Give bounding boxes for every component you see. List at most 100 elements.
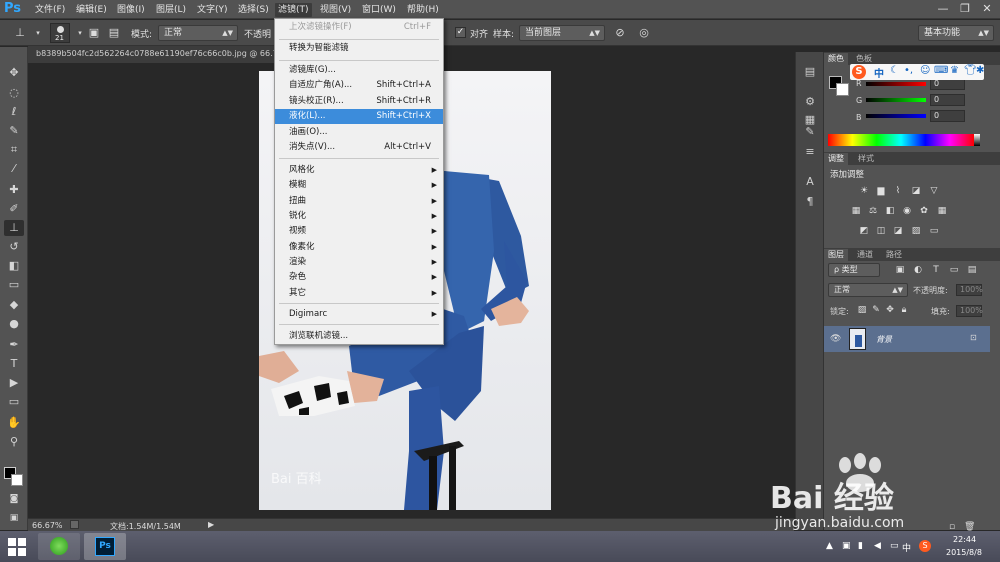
eye-icon[interactable]: 👁︎	[830, 334, 841, 344]
eyedropper-tool-icon[interactable]: ⁄	[4, 161, 24, 177]
menu-item-video[interactable]: 视频 ▶	[275, 224, 443, 239]
hand-tool-icon[interactable]: ✋	[4, 415, 24, 431]
levels-icon[interactable]: ▆	[875, 186, 887, 197]
lock-pixels-icon[interactable]: ▨	[856, 305, 868, 316]
clone-stamp-tool-icon[interactable]: ⊥	[4, 220, 24, 236]
pen-tool-icon[interactable]: ✒	[4, 337, 24, 353]
eraser-tool-icon[interactable]: ◧	[4, 258, 24, 274]
aligned-checkbox[interactable]: ✓	[455, 27, 466, 38]
moon-icon[interactable]: ☾	[890, 65, 899, 76]
menu-select[interactable]: 选择(S)	[235, 3, 272, 17]
history-panel-icon[interactable]: ▤	[800, 64, 820, 80]
grayscale-ramp[interactable]	[974, 134, 980, 146]
move-tool-icon[interactable]: ✥	[4, 65, 24, 81]
smiley-icon[interactable]: ☺	[920, 65, 930, 76]
layer-name[interactable]: 背景	[876, 334, 892, 345]
background-color-swatch[interactable]	[11, 474, 23, 486]
tray-signal-icon[interactable]: ▮	[858, 541, 863, 551]
layer-row-background[interactable]: 👁︎ 背景 ⊡	[824, 326, 990, 352]
black-white-icon[interactable]: ◧	[884, 206, 896, 217]
windows-start-icon[interactable]	[8, 538, 26, 556]
color-balance-icon[interactable]: ⚖	[867, 206, 879, 217]
brightness-icon[interactable]: ☀	[858, 186, 870, 197]
clone-source-icon[interactable]: ▤	[106, 25, 122, 41]
menu-item-other[interactable]: 其它 ▶	[275, 286, 443, 301]
clone-stamp-icon[interactable]: ⊥	[12, 25, 28, 41]
document-tab[interactable]: b8389b504fc2d562264c0788e61190ef76c66c0b…	[28, 46, 285, 63]
keyboard-icon[interactable]: ⌨	[934, 65, 948, 76]
fill-value[interactable]: 100%	[956, 305, 983, 317]
menu-item-convert-smart-filter[interactable]: 转换为智能滤镜	[275, 41, 443, 56]
tray-ime-label[interactable]: 中	[902, 541, 911, 554]
skin-icon[interactable]: ♛	[950, 65, 959, 76]
shape-tool-icon[interactable]: ▭	[4, 394, 24, 410]
ignore-adjustment-layers-icon[interactable]: ⊘	[612, 25, 628, 41]
zoom-level[interactable]: 66.67%	[32, 521, 63, 530]
brush-tool-icon[interactable]: ✐	[4, 201, 24, 217]
menu-item-stylize[interactable]: 风格化 ▶	[275, 163, 443, 178]
ime-mode-label[interactable]: 中	[874, 65, 884, 80]
menu-file[interactable]: 文件(F)	[32, 3, 68, 17]
b-value[interactable]: 0	[930, 110, 965, 122]
color-lookup-icon[interactable]: ▦	[936, 206, 948, 217]
menu-item-oil-paint[interactable]: 油画(O)...	[275, 125, 443, 140]
tray-volume-icon[interactable]: ◀	[874, 541, 881, 551]
menu-item-sharpen[interactable]: 锐化 ▶	[275, 209, 443, 224]
tools-icon[interactable]: ✱	[976, 65, 984, 76]
status-menu-arrow-icon[interactable]: ▶	[208, 520, 214, 529]
quick-select-tool-icon[interactable]: ✎	[4, 123, 24, 139]
type-tool-icon[interactable]: T	[4, 356, 24, 372]
opacity-value[interactable]: 100%	[956, 284, 983, 296]
tray-arrow-icon[interactable]: ▲	[826, 541, 833, 551]
shape-filter-icon[interactable]: ▭	[948, 265, 960, 276]
menu-item-liquify[interactable]: 液化(L)... Shift+Ctrl+X	[275, 109, 443, 124]
gradient-map-icon[interactable]: ▭	[928, 226, 940, 237]
menu-item-render[interactable]: 渲染 ▶	[275, 255, 443, 270]
history-brush-tool-icon[interactable]: ↺	[4, 239, 24, 255]
menu-item-pixelate[interactable]: 像素化 ▶	[275, 240, 443, 255]
channel-mixer-icon[interactable]: ✿	[918, 206, 930, 217]
marquee-tool-icon[interactable]: ◌	[4, 85, 24, 101]
tab-channels[interactable]: 通道	[853, 249, 877, 261]
menu-item-digimarc[interactable]: Digimarc ▶	[275, 307, 443, 322]
restore-button[interactable]: ❐	[954, 0, 976, 18]
brush-panel-icon[interactable]: ✎	[800, 124, 820, 140]
tab-styles[interactable]: 样式	[854, 153, 878, 165]
gradient-tool-icon[interactable]: ▭	[4, 277, 24, 293]
clock-date[interactable]: 2015/8/8	[946, 548, 982, 557]
brush-panel-icon[interactable]: ▣	[86, 25, 102, 41]
tab-adjustments[interactable]: 调整	[824, 153, 848, 165]
menu-help[interactable]: 帮助(H)	[404, 3, 442, 17]
close-button[interactable]: ✕	[976, 0, 998, 18]
exposure-icon[interactable]: ◪	[910, 186, 922, 197]
photo-filter-icon[interactable]: ◉	[901, 206, 913, 217]
smart-object-filter-icon[interactable]: ▤	[966, 265, 978, 276]
menu-item-vanishing-point[interactable]: 消失点(V)... Alt+Ctrl+V	[275, 140, 443, 155]
status-icon[interactable]	[70, 520, 79, 529]
screen-mode-icon[interactable]: ▣	[4, 510, 24, 526]
lock-image-icon[interactable]: ✎	[870, 305, 882, 316]
threshold-icon[interactable]: ◪	[892, 226, 904, 237]
menu-item-noise[interactable]: 杂色 ▶	[275, 270, 443, 285]
sogou-logo-icon[interactable]: S	[852, 65, 866, 79]
layer-filter-select[interactable]: ρ 类型	[828, 263, 880, 277]
menu-item-browse-online-filters[interactable]: 浏览联机滤镜...	[275, 329, 443, 344]
properties-panel-icon[interactable]: ⚙	[800, 94, 820, 110]
tray-network-icon[interactable]: ▣	[842, 541, 851, 551]
background-color-swatch[interactable]	[836, 83, 849, 96]
invert-icon[interactable]: ◩	[858, 226, 870, 237]
brush-preset-picker[interactable]: 21	[50, 23, 70, 43]
tab-color[interactable]: 颜色	[824, 53, 848, 65]
tray-monitor-icon[interactable]: ▭	[890, 541, 899, 551]
dodge-tool-icon[interactable]: ●	[4, 316, 24, 332]
color-spectrum-bar[interactable]	[828, 134, 974, 146]
zoom-tool-icon[interactable]: ⚲	[4, 434, 24, 450]
b-slider[interactable]	[866, 114, 926, 118]
menu-type[interactable]: 文字(Y)	[194, 3, 231, 17]
menu-window[interactable]: 窗口(W)	[359, 3, 399, 17]
menu-item-lens-correction[interactable]: 镜头校正(R)... Shift+Ctrl+R	[275, 94, 443, 109]
blur-tool-icon[interactable]: ◆	[4, 297, 24, 313]
mode-select[interactable]: 正常 ▲▼	[158, 25, 238, 41]
clock-time[interactable]: 22:44	[953, 535, 976, 544]
path-select-tool-icon[interactable]: ▶	[4, 375, 24, 391]
